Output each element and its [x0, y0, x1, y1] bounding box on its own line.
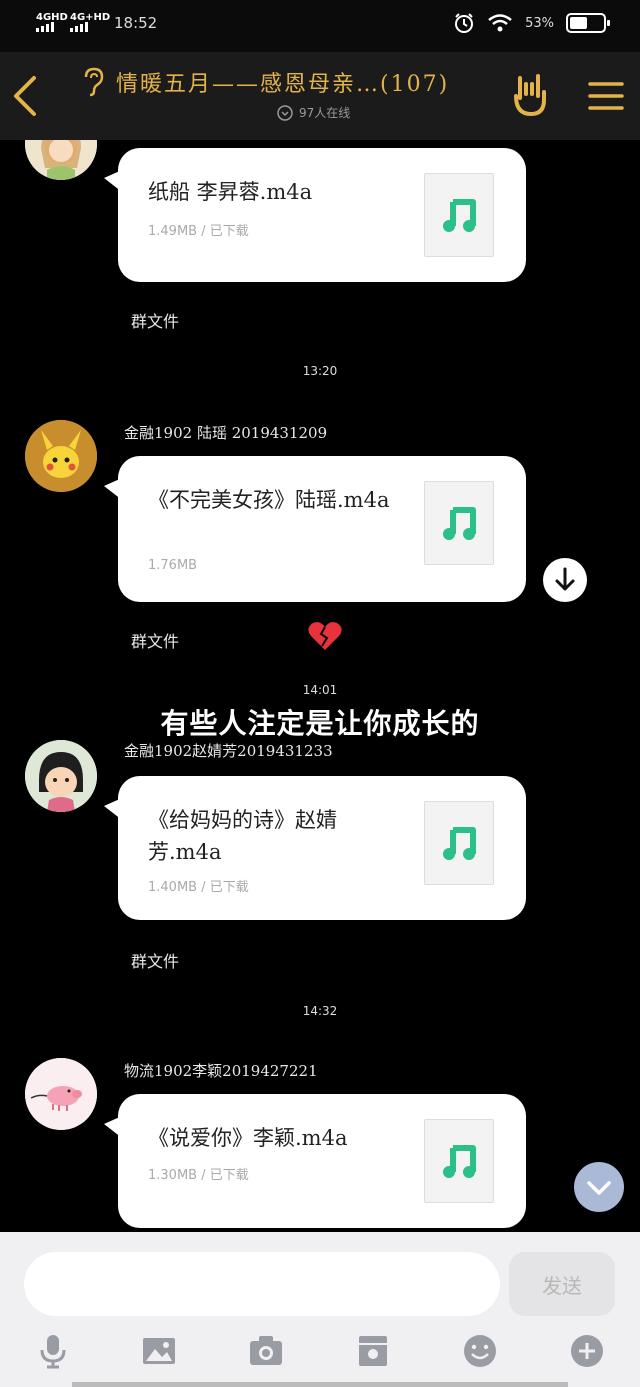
chat-title: 情暖五月——感恩母亲…(107) [116, 72, 450, 97]
avatar-cartoon-girl-image [25, 740, 97, 812]
message-list[interactable]: 纸船 李昇蓉.m4a 1.49MB / 已下载 群文件 13:20 金融1902… [0, 140, 640, 1232]
group-file-label[interactable]: 群文件 [131, 308, 179, 332]
signal-bars-1-icon [36, 22, 54, 32]
file-name: 《给妈妈的诗》赵婧芳.m4a [148, 808, 337, 864]
camera-icon[interactable] [247, 1332, 285, 1370]
avatar[interactable] [25, 420, 97, 492]
chevron-down-icon [587, 1181, 611, 1195]
file-message[interactable]: 《给妈妈的诗》赵婧芳.m4a 1.40MB / 已下载 [104, 776, 526, 920]
clock: 18:52 [114, 14, 158, 32]
file-name: 《不完美女孩》陆瑶.m4a [148, 488, 390, 512]
avatar[interactable] [25, 740, 97, 812]
music-icon [443, 1145, 476, 1178]
emoji-icon[interactable] [461, 1332, 499, 1370]
group-file-label[interactable]: 群文件 [131, 948, 179, 972]
chevron-circle-icon [277, 104, 293, 121]
status-icons: 53% [453, 12, 610, 34]
file-message[interactable]: 《不完美女孩》陆瑶.m4a 1.76MB [104, 456, 526, 602]
music-icon [443, 199, 476, 232]
file-message[interactable]: 纸船 李昇蓉.m4a 1.49MB / 已下载 [104, 148, 526, 282]
battery-icon [566, 13, 610, 33]
sender-name: 物流1902李颖2019427221 [124, 1062, 318, 1080]
avatar-pikachu-image [25, 420, 97, 492]
online-count-label: 97人在线 [299, 106, 351, 120]
signal-bars-2-icon [70, 22, 88, 32]
status-bar: 4GHD 4G+HD 18:52 53% [0, 0, 640, 52]
file-thumbnail [424, 481, 494, 565]
chat-header: 情暖五月——感恩母亲…(107) 97人在线 [0, 52, 640, 140]
down-arrow-icon [555, 567, 575, 591]
chat-title-area[interactable]: 情暖五月——感恩母亲…(107) [80, 66, 500, 98]
send-button[interactable]: 发送 [509, 1252, 615, 1316]
file-thumbnail [424, 173, 494, 257]
overlay-caption: 有些人注定是让你成长的 [160, 707, 480, 740]
mic-icon[interactable] [34, 1332, 72, 1370]
alarm-icon [455, 13, 474, 33]
broken-heart-icon [308, 622, 342, 650]
scroll-to-bottom-button[interactable] [574, 1162, 624, 1212]
avatar-girl-image [25, 140, 97, 180]
file-meta: 1.40MB / 已下载 [148, 880, 249, 895]
file-meta: 1.30MB / 已下载 [148, 1168, 249, 1183]
file-name: 《说爱你》李颖.m4a [148, 1126, 348, 1150]
music-icon [443, 827, 476, 860]
download-button[interactable] [543, 558, 587, 602]
avatar[interactable] [25, 140, 97, 180]
music-icon [443, 507, 476, 540]
file-name: 纸船 李昇蓉.m4a [148, 180, 313, 204]
menu-icon[interactable] [588, 80, 624, 112]
file-meta: 1.49MB / 已下载 [148, 224, 249, 239]
home-indicator [72, 1382, 568, 1387]
avatar[interactable] [25, 1058, 97, 1130]
timestamp: 13:20 [302, 364, 338, 378]
group-file-label[interactable]: 群文件 [131, 628, 179, 652]
ear-icon [84, 67, 104, 97]
input-bar: 发送 [0, 1232, 640, 1387]
file-thumbnail [424, 801, 494, 885]
file-icon[interactable] [354, 1332, 392, 1370]
message-input[interactable] [24, 1252, 500, 1316]
timestamp: 14:01 [302, 683, 338, 697]
hand-icon[interactable] [512, 72, 550, 118]
wifi-icon [488, 14, 512, 32]
file-message[interactable]: 《说爱你》李颖.m4a 1.30MB / 已下载 [104, 1094, 526, 1228]
sender-name: 金融1902赵婧芳2019431233 [124, 742, 333, 760]
image-icon[interactable] [140, 1332, 178, 1370]
battery-percent: 53% [525, 15, 554, 31]
back-icon[interactable] [6, 72, 46, 120]
sender-name: 金融1902 陆瑶 2019431209 [124, 424, 328, 442]
timestamp: 14:32 [302, 1004, 338, 1018]
battery-level [570, 17, 587, 29]
online-count[interactable]: 97人在线 [277, 104, 350, 121]
file-thumbnail [424, 1119, 494, 1203]
plus-icon[interactable] [568, 1332, 606, 1370]
avatar-pig-image [25, 1058, 97, 1130]
file-meta: 1.76MB [148, 558, 198, 573]
